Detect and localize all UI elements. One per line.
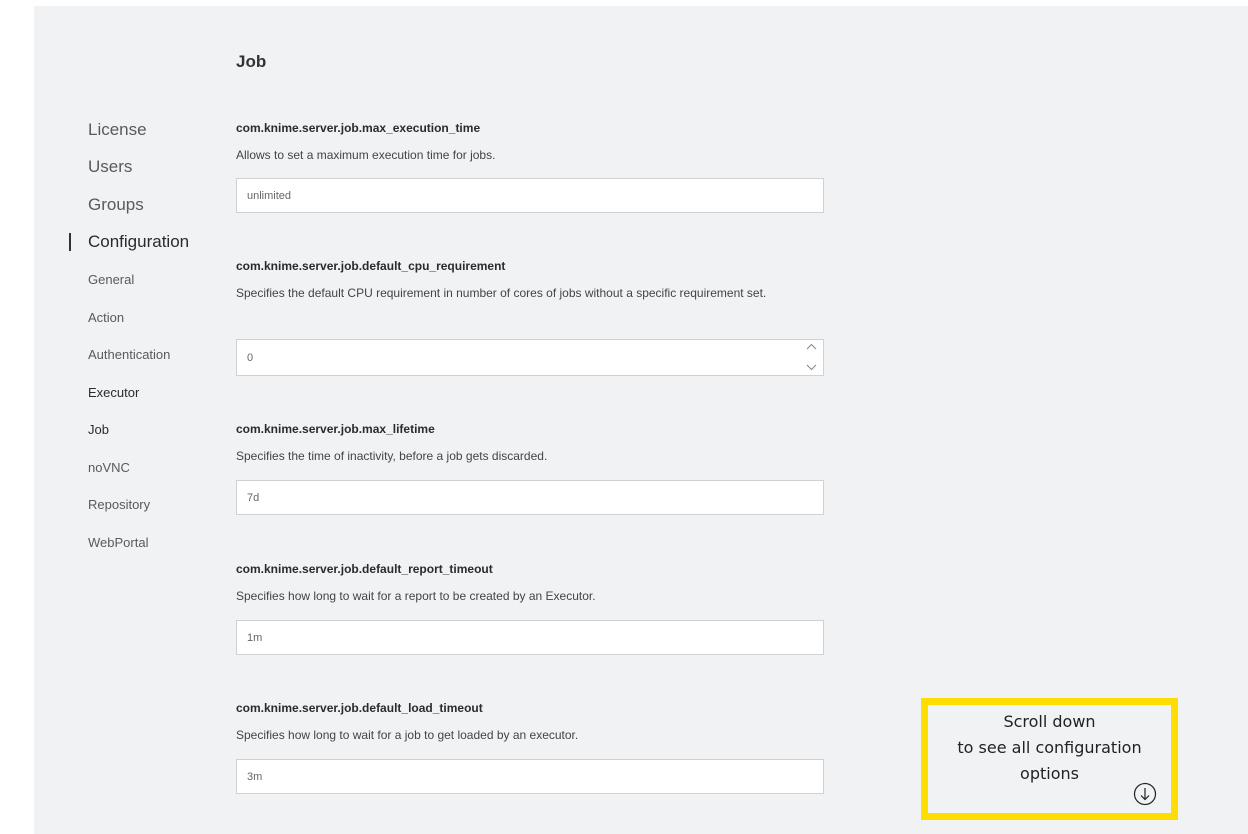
field-description: Specifies the default CPU requirement in… bbox=[236, 286, 767, 300]
input-value: 0 bbox=[247, 351, 254, 364]
default-load-timeout-input[interactable]: 3m bbox=[236, 759, 824, 794]
sidebar-item-novnc[interactable]: noVNC bbox=[88, 460, 130, 475]
page-title: Job bbox=[236, 52, 267, 71]
field-label-max-lifetime: com.knime.server.job.max_lifetime bbox=[236, 422, 435, 436]
max-execution-time-input[interactable]: unlimited bbox=[236, 178, 824, 213]
field-label-default-report-timeout: com.knime.server.job.default_report_time… bbox=[236, 562, 493, 576]
sidebar-item-configuration[interactable]: Configuration bbox=[88, 232, 189, 252]
callout-line-2: to see all configuration bbox=[957, 738, 1142, 757]
sidebar-item-action[interactable]: Action bbox=[88, 310, 124, 325]
field-description: Allows to set a maximum execution time f… bbox=[236, 148, 496, 162]
input-value: 3m bbox=[247, 770, 263, 783]
callout-line-3: options bbox=[1020, 764, 1079, 783]
field-label-default-load-timeout: com.knime.server.job.default_load_timeou… bbox=[236, 701, 483, 715]
arrow-down-circle-icon bbox=[1133, 782, 1157, 806]
callout-line-1: Scroll down bbox=[1003, 712, 1096, 731]
sidebar-item-groups[interactable]: Groups bbox=[88, 195, 144, 215]
sidebar-item-license[interactable]: License bbox=[88, 120, 147, 140]
sidebar-item-authentication[interactable]: Authentication bbox=[88, 347, 170, 362]
input-value: 1m bbox=[247, 631, 263, 644]
max-lifetime-input[interactable]: 7d bbox=[236, 480, 824, 515]
field-description: Specifies how long to wait for a report … bbox=[236, 589, 596, 603]
input-value: 7d bbox=[247, 491, 260, 504]
number-spinner[interactable] bbox=[805, 343, 817, 371]
chevron-down-icon[interactable] bbox=[806, 364, 817, 371]
field-label-default-cpu-requirement: com.knime.server.job.default_cpu_require… bbox=[236, 259, 506, 273]
sidebar-item-job[interactable]: Job bbox=[88, 422, 109, 437]
field-description: Specifies how long to wait for a job to … bbox=[236, 728, 579, 742]
chevron-up-icon[interactable] bbox=[806, 343, 817, 350]
default-cpu-requirement-input[interactable]: 0 bbox=[236, 339, 824, 376]
field-label-max-execution-time: com.knime.server.job.max_execution_time bbox=[236, 121, 481, 135]
active-indicator bbox=[69, 233, 71, 251]
field-description: Specifies the time of inactivity, before… bbox=[236, 449, 548, 463]
input-value: unlimited bbox=[247, 189, 292, 202]
sidebar-item-general[interactable]: General bbox=[88, 272, 134, 287]
sidebar-item-executor[interactable]: Executor bbox=[88, 385, 139, 400]
scroll-hint-callout: Scroll down to see all configuration opt… bbox=[921, 698, 1178, 820]
sidebar-item-webportal[interactable]: WebPortal bbox=[88, 535, 148, 550]
sidebar-item-repository[interactable]: Repository bbox=[88, 497, 150, 512]
sidebar-item-users[interactable]: Users bbox=[88, 157, 132, 177]
default-report-timeout-input[interactable]: 1m bbox=[236, 620, 824, 655]
